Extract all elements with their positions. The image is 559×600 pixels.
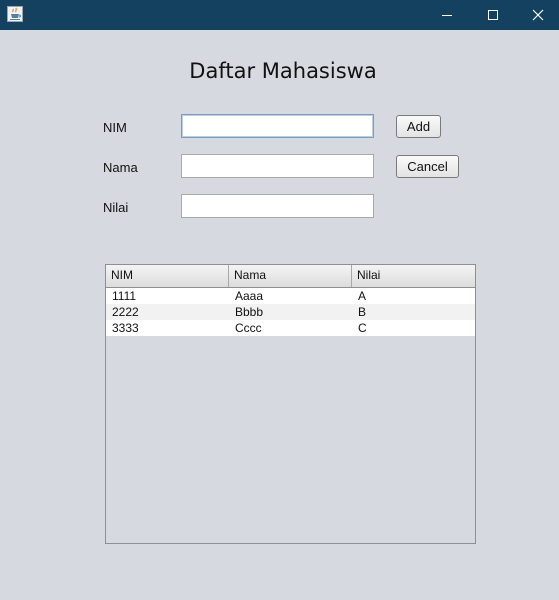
cell-nim: 1111 — [112, 289, 137, 303]
close-icon — [532, 9, 543, 21]
cell-nilai: A — [358, 289, 367, 303]
cell-nim: 3333 — [112, 321, 139, 335]
cell-nama: Aaaa — [235, 289, 264, 303]
nim-field[interactable] — [181, 114, 374, 138]
java-cup-icon — [7, 6, 23, 22]
minimize-button[interactable] — [424, 0, 470, 30]
title-bar[interactable] — [0, 0, 559, 30]
close-button[interactable] — [516, 0, 559, 30]
minimize-icon — [442, 15, 452, 16]
table-header: NIM Nama Nilai — [106, 265, 475, 288]
column-header-nim[interactable]: NIM — [106, 265, 229, 287]
nim-label: NIM — [103, 120, 127, 135]
nilai-label: Nilai — [103, 200, 129, 215]
cell-nama: Cccc — [235, 321, 262, 335]
nama-field[interactable] — [181, 154, 374, 178]
cell-nim: 2222 — [112, 305, 139, 319]
add-button[interactable]: Add — [396, 115, 441, 138]
cancel-button[interactable]: Cancel — [396, 155, 459, 178]
table-row[interactable]: 1111 Aaaa A — [106, 288, 475, 304]
page-title: Daftar Mahasiswa — [189, 59, 377, 83]
maximize-button[interactable] — [470, 0, 516, 30]
column-header-nama[interactable]: Nama — [229, 265, 352, 287]
column-header-nilai[interactable]: Nilai — [352, 265, 475, 287]
cell-nilai: C — [358, 321, 367, 335]
nilai-field[interactable] — [181, 194, 374, 218]
maximize-icon — [488, 10, 498, 20]
student-table[interactable]: NIM Nama Nilai 1111 Aaaa A 2222 Bbbb B 3… — [105, 264, 476, 544]
table-row[interactable]: 2222 Bbbb B — [106, 304, 475, 320]
nama-label: Nama — [103, 160, 138, 175]
table-row[interactable]: 3333 Cccc C — [106, 320, 475, 336]
cell-nilai: B — [358, 305, 367, 319]
cell-nama: Bbbb — [235, 305, 264, 319]
